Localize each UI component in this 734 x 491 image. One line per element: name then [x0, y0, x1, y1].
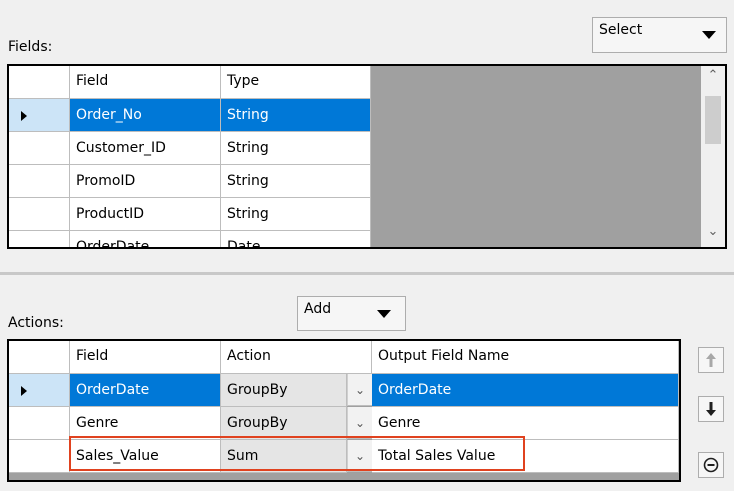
- type-cell[interactable]: String: [221, 165, 371, 198]
- add-dropdown-label: Add: [304, 301, 332, 317]
- output-field-cell[interactable]: OrderDate: [372, 374, 679, 407]
- minus-circle-icon: [703, 457, 719, 473]
- scroll-down-icon[interactable]: ⌄: [701, 224, 725, 239]
- row-header-corner: [9, 66, 70, 99]
- field-cell[interactable]: OrderDate: [70, 231, 221, 247]
- row-selector[interactable]: [9, 374, 70, 407]
- fields-scrollbar[interactable]: ⌃ ⌄: [701, 66, 725, 247]
- current-row-icon: [21, 111, 27, 121]
- remove-button[interactable]: [698, 452, 724, 478]
- move-up-button[interactable]: [698, 347, 724, 373]
- chevron-down-icon[interactable]: ⌄: [347, 374, 372, 406]
- scroll-up-icon[interactable]: ⌃: [701, 68, 725, 83]
- action-combo[interactable]: GroupBy: [221, 374, 347, 407]
- move-down-button[interactable]: [698, 396, 724, 422]
- select-dropdown-label: Select: [599, 22, 643, 38]
- type-cell[interactable]: String: [221, 132, 371, 165]
- row-selector[interactable]: [9, 198, 70, 231]
- arrow-down-icon: [706, 402, 716, 416]
- chevron-down-icon: [377, 310, 391, 318]
- column-header-field[interactable]: Field: [70, 341, 221, 374]
- field-cell[interactable]: ProductID: [70, 198, 221, 231]
- row-highlight: [69, 436, 525, 471]
- row-selector[interactable]: [9, 132, 70, 165]
- column-header-output-field-name[interactable]: Output Field Name: [372, 341, 679, 374]
- scroll-thumb[interactable]: [705, 96, 721, 144]
- arrow-up-icon: [706, 353, 716, 367]
- field-cell[interactable]: PromoID: [70, 165, 221, 198]
- select-dropdown[interactable]: Select: [592, 17, 727, 53]
- column-header-action[interactable]: Action: [221, 341, 372, 374]
- column-header-type[interactable]: Type: [221, 66, 371, 99]
- current-row-icon: [21, 386, 27, 396]
- field-cell[interactable]: Customer_ID: [70, 132, 221, 165]
- fields-grid[interactable]: Field Type Order_No String Customer_ID S…: [7, 64, 727, 249]
- column-header-field[interactable]: Field: [70, 66, 221, 99]
- row-selector[interactable]: [9, 165, 70, 198]
- add-dropdown[interactable]: Add: [297, 296, 406, 331]
- actions-label: Actions:: [8, 315, 64, 331]
- splitter[interactable]: [0, 272, 734, 275]
- type-cell[interactable]: Date: [221, 231, 371, 247]
- row-selector[interactable]: [9, 231, 70, 247]
- chevron-down-icon[interactable]: ⌄: [347, 407, 372, 439]
- row-header-corner: [9, 341, 70, 374]
- row-selector[interactable]: [9, 99, 70, 132]
- type-cell[interactable]: String: [221, 99, 371, 132]
- type-cell[interactable]: String: [221, 198, 371, 231]
- row-selector[interactable]: [9, 407, 70, 440]
- chevron-down-icon: [702, 31, 716, 39]
- field-cell[interactable]: OrderDate: [70, 374, 221, 407]
- fields-label: Fields:: [8, 39, 53, 55]
- row-selector[interactable]: [9, 440, 70, 473]
- field-cell[interactable]: Order_No: [70, 99, 221, 132]
